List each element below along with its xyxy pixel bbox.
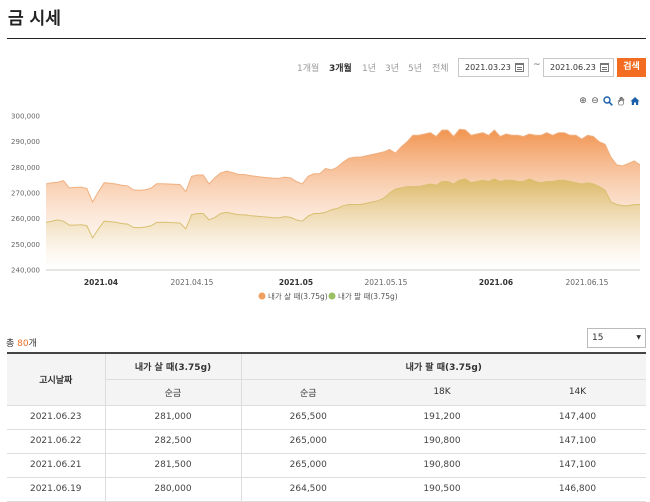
- legend-sell-marker: [328, 292, 336, 300]
- page-title: 금 시세: [8, 9, 61, 29]
- period-3-years[interactable]: 3년: [385, 60, 399, 78]
- period-1-year[interactable]: 1년: [362, 60, 376, 78]
- cell-date: 2021.06.21: [7, 453, 105, 478]
- y-tick-label: 250,000: [11, 241, 40, 249]
- total-suffix: 개: [28, 339, 37, 349]
- chart-legend[interactable]: 내가 살 때(3.75g) 내가 팔 때(3.75g): [258, 291, 398, 301]
- cell-sell-18k: 190,800: [375, 453, 509, 478]
- cell-buy-pure: 281,000: [104, 405, 241, 430]
- y-tick-label: 240,000: [11, 267, 40, 275]
- period-all[interactable]: 전체: [432, 60, 449, 78]
- table-row: 2021.06.23 281,000 265,500 191,200 147,4…: [7, 405, 646, 430]
- period-5-years[interactable]: 5년: [408, 60, 422, 78]
- cell-buy-pure: 282,500: [104, 429, 241, 454]
- cell-date: 2021.06.19: [7, 477, 105, 502]
- legend-sell-label[interactable]: 내가 팔 때(3.75g): [338, 291, 398, 301]
- header-buy-pure-gold: 순금: [104, 378, 241, 406]
- legend-buy-label[interactable]: 내가 살 때(3.75g): [268, 291, 328, 301]
- total-number: 80: [17, 339, 29, 349]
- total-prefix: 총: [6, 339, 18, 349]
- header-14k: 14K: [509, 378, 646, 406]
- zoom-out-icon[interactable]: ⊖: [590, 96, 600, 106]
- x-tick-label: 2021.04.15: [171, 278, 214, 287]
- date-separator: ~: [533, 60, 541, 70]
- home-icon[interactable]: [630, 96, 640, 106]
- x-tick-label: 2021.06: [479, 278, 513, 287]
- header-sell: 내가 팔 때(3.75g): [240, 352, 646, 380]
- cell-buy-pure: 281,500: [104, 453, 241, 478]
- cell-sell-pure: 265,500: [240, 405, 375, 430]
- search-button[interactable]: 검색: [617, 58, 646, 77]
- page-size-select[interactable]: 15 ▼: [587, 328, 646, 348]
- page-size-value: 15: [592, 333, 604, 343]
- start-date-field[interactable]: 2021.03.23: [458, 58, 529, 77]
- cell-buy-pure: 280,000: [104, 477, 241, 502]
- cell-sell-pure: 265,000: [240, 429, 375, 454]
- cell-sell-18k: 190,500: [375, 477, 509, 502]
- header-sell-pure-gold: 순금: [240, 378, 375, 406]
- y-tick-label: 260,000: [11, 215, 40, 223]
- x-tick-label: 2021.05: [279, 278, 313, 287]
- cell-sell-14k: 147,100: [509, 453, 646, 478]
- calendar-icon[interactable]: [600, 63, 609, 72]
- end-date-field[interactable]: 2021.06.23: [543, 58, 614, 77]
- y-tick-label: 280,000: [11, 164, 40, 172]
- x-tick-label: 2021.04: [84, 278, 118, 287]
- y-tick-label: 270,000: [11, 190, 40, 198]
- cell-sell-pure: 265,000: [240, 453, 375, 478]
- zoom-in-icon[interactable]: ⊕: [578, 96, 588, 106]
- x-tick-label: 2021.05.15: [365, 278, 408, 287]
- title-divider: [7, 38, 646, 39]
- table-row: 2021.06.22 282,500 265,000 190,800 147,1…: [7, 429, 646, 454]
- table-row: 2021.06.21 281,500 265,000 190,800 147,1…: [7, 453, 646, 478]
- calendar-icon[interactable]: [515, 63, 524, 72]
- period-1-month[interactable]: 1개월: [297, 60, 319, 78]
- price-table: 고시날짜 내가 살 때(3.75g) 내가 팔 때(3.75g) 순금 순금 1…: [7, 352, 646, 502]
- period-3-months[interactable]: 3개월: [329, 60, 352, 78]
- magnify-icon[interactable]: [603, 96, 613, 106]
- legend-buy-marker: [258, 292, 266, 300]
- pan-hand-icon[interactable]: [616, 96, 626, 106]
- total-count: 총 80개: [6, 336, 37, 349]
- y-tick-label: 300,000: [11, 113, 40, 121]
- cell-sell-18k: 191,200: [375, 405, 509, 430]
- header-buy: 내가 살 때(3.75g): [104, 352, 241, 380]
- price-chart: 240,000 250,000 260,000 270,000 280,000 290,0…: [11, 113, 641, 301]
- cell-sell-pure: 264,500: [240, 477, 375, 502]
- header-18k: 18K: [375, 378, 509, 406]
- x-tick-label: 2021.06.15: [566, 278, 609, 287]
- cell-sell-18k: 190,800: [375, 429, 509, 454]
- cell-date: 2021.06.22: [7, 429, 105, 454]
- cell-sell-14k: 146,800: [509, 477, 646, 502]
- start-date-value: 2021.03.23: [465, 63, 511, 72]
- chevron-down-icon: ▼: [636, 334, 641, 341]
- header-date: 고시날짜: [7, 352, 105, 406]
- cell-sell-14k: 147,400: [509, 405, 646, 430]
- cell-sell-14k: 147,100: [509, 429, 646, 454]
- y-tick-label: 290,000: [11, 138, 40, 146]
- end-date-value: 2021.06.23: [550, 63, 596, 72]
- cell-date: 2021.06.23: [7, 405, 105, 430]
- table-row: 2021.06.19 280,000 264,500 190,500 146,8…: [7, 477, 646, 502]
